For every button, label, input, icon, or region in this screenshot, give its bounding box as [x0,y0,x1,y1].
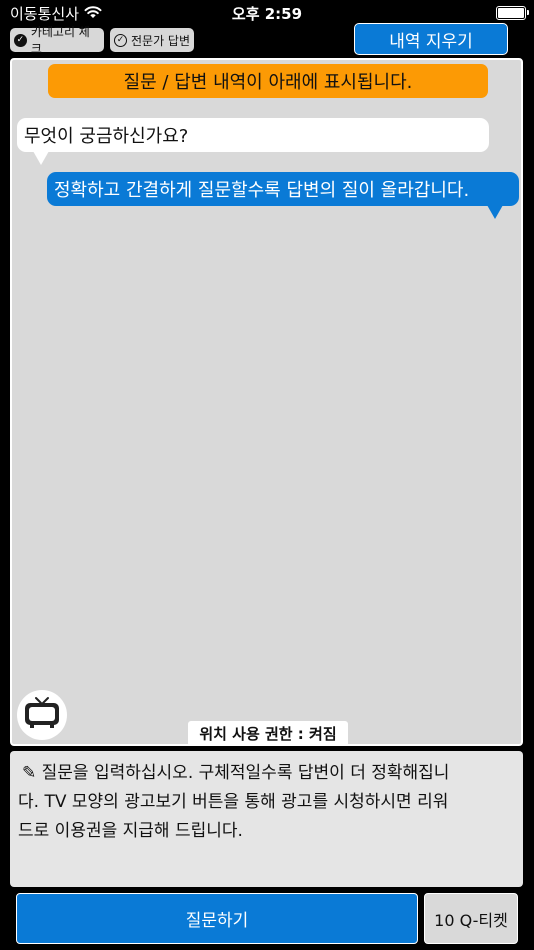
checkmark-outline-icon: ✓ [114,33,127,47]
clear-history-button[interactable]: 내역 지우기 [354,23,508,55]
question-input-line-1: ✎ 질문을 입력하십시오. 구체적일수록 답변이 더 정확해집니 [22,763,450,783]
question-input-line-3: 드로 이용권을 지급해 드립니다. [18,821,243,841]
category-check-toggle[interactable]: ✓ 카테고리 체크 [10,25,104,56]
battery-icon [496,6,529,20]
question-input[interactable]: ✎ 질문을 입력하십시오. 구체적일수록 답변이 더 정확해집니 다. TV 모… [10,751,523,887]
question-input-line-2: 다. TV 모양의 광고보기 버튼을 통해 광고를 시청하시면 리워 [18,792,449,812]
location-permission-status: 위치 사용 권한 : 켜짐 [188,721,348,744]
assistant-message-bubble: 무엇이 궁금하신가요? [17,118,489,165]
watch-ad-button[interactable] [17,690,67,740]
user-message-text: 정확하고 간결하게 질문할수록 답변의 질이 올라갑니다. [54,180,470,201]
pencil-icon: ✎ [22,763,37,783]
clock: 오후 2:59 [231,5,303,23]
user-message-bubble: 정확하고 간결하게 질문할수록 답변의 질이 올라갑니다. [47,172,519,219]
category-check-label: 카테고리 체크 [30,25,90,56]
q-ticket-button[interactable]: 10 Q-티켓 [424,893,518,944]
chat-history-panel[interactable]: 질문 / 답변 내역이 아래에 표시됩니다. 무엇이 궁금하신가요? 정확하고 … [10,58,523,746]
tv-icon [23,696,61,734]
expert-answer-label: 전문가 답변 [131,33,191,48]
ask-button[interactable]: 질문하기 [16,893,418,944]
expert-answer-toggle[interactable]: ✓ 전문가 답변 [110,28,194,52]
assistant-message-text: 무엇이 궁금하신가요? [24,126,189,147]
history-banner: 질문 / 답변 내역이 아래에 표시됩니다. [48,64,488,98]
checkmark-filled-icon: ✓ [14,33,27,47]
